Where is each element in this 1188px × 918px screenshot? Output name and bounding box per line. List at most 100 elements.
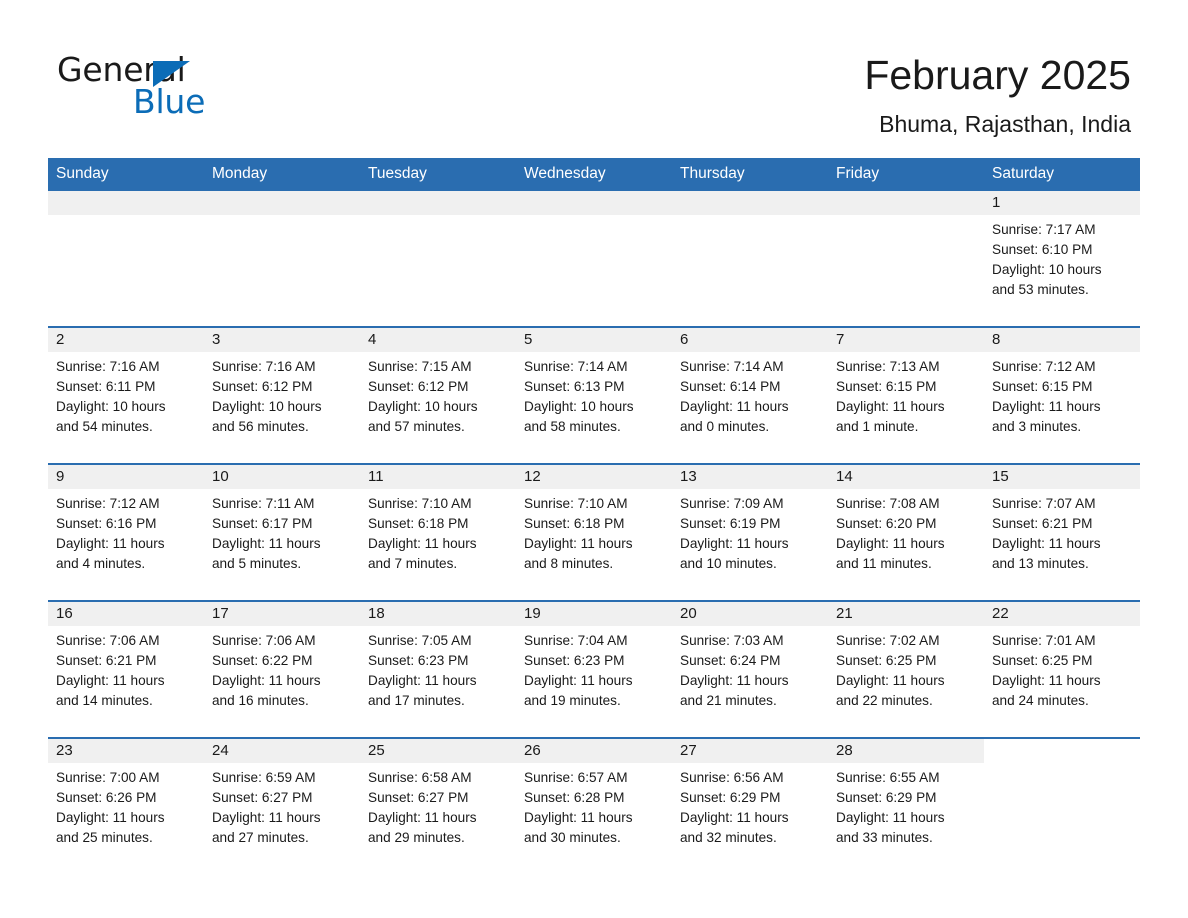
day-number: 21	[828, 602, 984, 626]
sunset-text: Sunset: 6:29 PM	[680, 790, 781, 805]
calendar-day-cell[interactable]: 12 Sunrise: 7:10 AM Sunset: 6:18 PM Dayl…	[516, 463, 672, 601]
calendar-day-cell[interactable]: 20 Sunrise: 7:03 AM Sunset: 6:24 PM Dayl…	[672, 600, 828, 738]
sunset-text: Sunset: 6:28 PM	[524, 790, 625, 805]
day-details: Sunrise: 7:16 AM Sunset: 6:12 PM Dayligh…	[204, 352, 360, 437]
calendar-day-cell[interactable]: 28 Sunrise: 6:55 AM Sunset: 6:29 PM Dayl…	[828, 737, 984, 874]
calendar-day-cell[interactable]: 5 Sunrise: 7:14 AM Sunset: 6:13 PM Dayli…	[516, 326, 672, 464]
calendar-day-cell[interactable]	[516, 191, 672, 327]
day-details	[516, 215, 672, 220]
weekday-header-sunday: Sunday	[48, 158, 204, 191]
calendar-day-cell[interactable]: 11 Sunrise: 7:10 AM Sunset: 6:18 PM Dayl…	[360, 463, 516, 601]
calendar-day-cell[interactable]: 10 Sunrise: 7:11 AM Sunset: 6:17 PM Dayl…	[204, 463, 360, 601]
weekday-header-thursday: Thursday	[672, 158, 828, 191]
calendar-day-cell[interactable]	[204, 191, 360, 327]
sunrise-text: Sunrise: 7:12 AM	[992, 359, 1096, 374]
calendar-day-cell[interactable]: 19 Sunrise: 7:04 AM Sunset: 6:23 PM Dayl…	[516, 600, 672, 738]
day-number: 27	[672, 739, 828, 763]
calendar-day-cell[interactable]: 14 Sunrise: 7:08 AM Sunset: 6:20 PM Dayl…	[828, 463, 984, 601]
daylight-text-line2: and 22 minutes.	[836, 693, 933, 708]
daylight-text-line1: Daylight: 11 hours	[212, 536, 321, 551]
calendar-day-cell[interactable]: 25 Sunrise: 6:58 AM Sunset: 6:27 PM Dayl…	[360, 737, 516, 874]
daylight-text-line2: and 3 minutes.	[992, 419, 1082, 434]
calendar-page: General Blue February 2025 Bhuma, Rajast…	[0, 0, 1188, 918]
day-number: 11	[360, 465, 516, 489]
general-blue-logo[interactable]: General Blue	[57, 52, 257, 124]
calendar-day-cell[interactable]: 16 Sunrise: 7:06 AM Sunset: 6:21 PM Dayl…	[48, 600, 204, 738]
sunrise-text: Sunrise: 7:02 AM	[836, 633, 940, 648]
calendar-day-cell[interactable]: 27 Sunrise: 6:56 AM Sunset: 6:29 PM Dayl…	[672, 737, 828, 874]
daylight-text-line1: Daylight: 11 hours	[680, 810, 789, 825]
calendar-day-cell[interactable]: 13 Sunrise: 7:09 AM Sunset: 6:19 PM Dayl…	[672, 463, 828, 601]
sunrise-text: Sunrise: 7:10 AM	[368, 496, 472, 511]
daylight-text-line2: and 58 minutes.	[524, 419, 621, 434]
day-details	[48, 215, 204, 220]
daylight-text-line1: Daylight: 11 hours	[680, 673, 789, 688]
calendar-day-cell[interactable]	[984, 737, 1140, 874]
calendar-day-cell[interactable]: 17 Sunrise: 7:06 AM Sunset: 6:22 PM Dayl…	[204, 600, 360, 738]
day-number: 17	[204, 602, 360, 626]
calendar-day-cell[interactable]: 4 Sunrise: 7:15 AM Sunset: 6:12 PM Dayli…	[360, 326, 516, 464]
calendar-week-row: 23 Sunrise: 7:00 AM Sunset: 6:26 PM Dayl…	[48, 737, 1140, 874]
day-details: Sunrise: 7:10 AM Sunset: 6:18 PM Dayligh…	[360, 489, 516, 574]
day-number: 19	[516, 602, 672, 626]
calendar-day-cell[interactable]: 15 Sunrise: 7:07 AM Sunset: 6:21 PM Dayl…	[984, 463, 1140, 601]
calendar-day-cell[interactable]: 6 Sunrise: 7:14 AM Sunset: 6:14 PM Dayli…	[672, 326, 828, 464]
calendar-day-cell[interactable]: 23 Sunrise: 7:00 AM Sunset: 6:26 PM Dayl…	[48, 737, 204, 874]
calendar-day-cell[interactable]	[48, 191, 204, 327]
daylight-text-line1: Daylight: 11 hours	[836, 536, 945, 551]
daylight-text-line1: Daylight: 11 hours	[212, 673, 321, 688]
day-number: 24	[204, 739, 360, 763]
calendar-day-cell[interactable]: 8 Sunrise: 7:12 AM Sunset: 6:15 PM Dayli…	[984, 326, 1140, 464]
daylight-text-line2: and 32 minutes.	[680, 830, 777, 845]
day-number: 13	[672, 465, 828, 489]
day-details: Sunrise: 7:12 AM Sunset: 6:16 PM Dayligh…	[48, 489, 204, 574]
title-block: February 2025 Bhuma, Rajasthan, India	[864, 50, 1131, 140]
page-header: General Blue February 2025 Bhuma, Rajast…	[0, 0, 1188, 158]
calendar-day-cell[interactable]: 2 Sunrise: 7:16 AM Sunset: 6:11 PM Dayli…	[48, 326, 204, 464]
calendar-day-cell[interactable]: 26 Sunrise: 6:57 AM Sunset: 6:28 PM Dayl…	[516, 737, 672, 874]
day-number	[516, 191, 672, 215]
calendar-day-cell[interactable]: 1 Sunrise: 7:17 AM Sunset: 6:10 PM Dayli…	[984, 191, 1140, 327]
daylight-text-line1: Daylight: 10 hours	[56, 399, 166, 414]
calendar-day-cell[interactable]: 21 Sunrise: 7:02 AM Sunset: 6:25 PM Dayl…	[828, 600, 984, 738]
weekday-header-wednesday: Wednesday	[516, 158, 672, 191]
sunset-text: Sunset: 6:26 PM	[56, 790, 157, 805]
calendar-day-cell[interactable]	[828, 191, 984, 327]
daylight-text-line2: and 4 minutes.	[56, 556, 146, 571]
calendar-day-cell[interactable]: 3 Sunrise: 7:16 AM Sunset: 6:12 PM Dayli…	[204, 326, 360, 464]
calendar-day-cell[interactable]	[672, 191, 828, 327]
daylight-text-line2: and 19 minutes.	[524, 693, 621, 708]
daylight-text-line1: Daylight: 11 hours	[992, 399, 1101, 414]
calendar-day-cell[interactable]	[360, 191, 516, 327]
calendar-day-cell[interactable]: 22 Sunrise: 7:01 AM Sunset: 6:25 PM Dayl…	[984, 600, 1140, 738]
calendar-day-cell[interactable]: 9 Sunrise: 7:12 AM Sunset: 6:16 PM Dayli…	[48, 463, 204, 601]
daylight-text-line2: and 17 minutes.	[368, 693, 465, 708]
sunrise-text: Sunrise: 7:03 AM	[680, 633, 784, 648]
daylight-text-line2: and 57 minutes.	[368, 419, 465, 434]
calendar-day-cell[interactable]: 18 Sunrise: 7:05 AM Sunset: 6:23 PM Dayl…	[360, 600, 516, 738]
daylight-text-line1: Daylight: 11 hours	[56, 810, 165, 825]
calendar-day-cell[interactable]: 24 Sunrise: 6:59 AM Sunset: 6:27 PM Dayl…	[204, 737, 360, 874]
day-details: Sunrise: 6:55 AM Sunset: 6:29 PM Dayligh…	[828, 763, 984, 848]
day-number: 3	[204, 328, 360, 352]
day-details: Sunrise: 7:13 AM Sunset: 6:15 PM Dayligh…	[828, 352, 984, 437]
sunset-text: Sunset: 6:15 PM	[836, 379, 937, 394]
day-details: Sunrise: 7:00 AM Sunset: 6:26 PM Dayligh…	[48, 763, 204, 848]
sunrise-text: Sunrise: 7:04 AM	[524, 633, 628, 648]
sunrise-text: Sunrise: 7:05 AM	[368, 633, 472, 648]
page-title: February 2025	[864, 52, 1131, 98]
calendar-day-cell[interactable]: 7 Sunrise: 7:13 AM Sunset: 6:15 PM Dayli…	[828, 326, 984, 464]
sunset-text: Sunset: 6:24 PM	[680, 653, 781, 668]
day-number	[48, 191, 204, 215]
day-details: Sunrise: 7:04 AM Sunset: 6:23 PM Dayligh…	[516, 626, 672, 711]
daylight-text-line2: and 29 minutes.	[368, 830, 465, 845]
day-details: Sunrise: 7:08 AM Sunset: 6:20 PM Dayligh…	[828, 489, 984, 574]
sunrise-text: Sunrise: 7:12 AM	[56, 496, 160, 511]
sunset-text: Sunset: 6:21 PM	[992, 516, 1093, 531]
day-number: 1	[984, 191, 1140, 215]
sunrise-text: Sunrise: 7:17 AM	[992, 222, 1096, 237]
daylight-text-line2: and 13 minutes.	[992, 556, 1089, 571]
day-number: 16	[48, 602, 204, 626]
day-number: 2	[48, 328, 204, 352]
daylight-text-line2: and 11 minutes.	[836, 556, 932, 571]
